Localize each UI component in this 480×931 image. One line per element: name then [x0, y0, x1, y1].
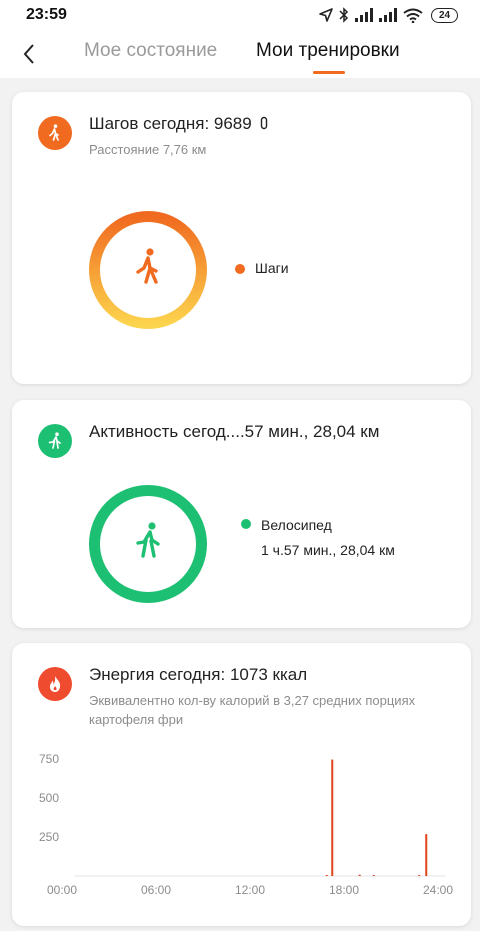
tab-my-status[interactable]: Мое состояние	[84, 40, 217, 62]
back-arrow-icon	[23, 44, 34, 64]
status-time: 23:59	[26, 6, 67, 23]
wifi-icon	[403, 8, 423, 23]
x-tick-label: 18:00	[329, 883, 359, 897]
active-tab-indicator	[313, 71, 345, 74]
activity-legend-detail: 1 ч.57 мин., 28,04 км	[261, 542, 395, 558]
activity-legend-dot	[241, 519, 251, 529]
steps-legend-dot	[235, 264, 245, 274]
running-icon	[136, 522, 160, 558]
steps-legend-label: Шаги	[255, 260, 289, 276]
steps-distance: Расстояние 7,76 км	[89, 142, 207, 157]
y-tick-label: 750	[39, 752, 59, 766]
energy-card[interactable]: Энергия сегодня: 1073 ккал Эквивалентно …	[12, 643, 471, 926]
x-tick-label: 00:00	[47, 883, 77, 897]
chart-bar	[418, 875, 421, 876]
activity-title: Активность сегод....57 мин., 28,04 км	[89, 422, 380, 441]
back-button[interactable]	[14, 38, 44, 70]
x-tick-label: 06:00	[141, 883, 171, 897]
x-tick-label: 24:00	[423, 883, 453, 897]
steps-title-text: Шагов сегодня: 9689	[89, 114, 252, 133]
chart-bar	[358, 874, 361, 876]
tab-my-workouts[interactable]: Мои тренировки	[256, 40, 400, 62]
energy-chart: 250 500 750 00:00 06:00 12:00 18:00 24:00	[39, 752, 453, 897]
signal-icon	[355, 8, 373, 22]
x-tick-label: 12:00	[235, 883, 265, 897]
y-tick-label: 500	[39, 791, 59, 805]
status-icons: 24	[319, 7, 458, 23]
signal-icon	[379, 8, 397, 22]
chart-bar	[331, 759, 334, 876]
activity-legend-label: Велосипед	[261, 517, 332, 533]
walking-icon	[38, 116, 72, 150]
location-icon	[319, 8, 333, 22]
running-icon	[38, 424, 72, 458]
band-icon	[261, 116, 268, 130]
steps-title: Шагов сегодня: 9689	[89, 114, 268, 134]
chart-bar	[372, 875, 375, 876]
y-tick-label: 250	[39, 830, 59, 844]
bluetooth-icon	[339, 7, 349, 23]
chart-bar	[325, 875, 328, 876]
header: Мое состояние Мои тренировки	[0, 30, 480, 78]
chart-bar	[425, 834, 428, 876]
walking-icon	[136, 248, 158, 284]
steps-ring	[88, 210, 208, 335]
status-bar: 23:59 24	[0, 0, 480, 30]
battery-icon: 24	[431, 7, 458, 23]
steps-card[interactable]: Шагов сегодня: 9689 Расстояние 7,76 км Ш…	[12, 92, 471, 384]
activity-ring	[88, 484, 208, 609]
activity-card[interactable]: Активность сегод....57 мин., 28,04 км Ве…	[12, 400, 471, 628]
